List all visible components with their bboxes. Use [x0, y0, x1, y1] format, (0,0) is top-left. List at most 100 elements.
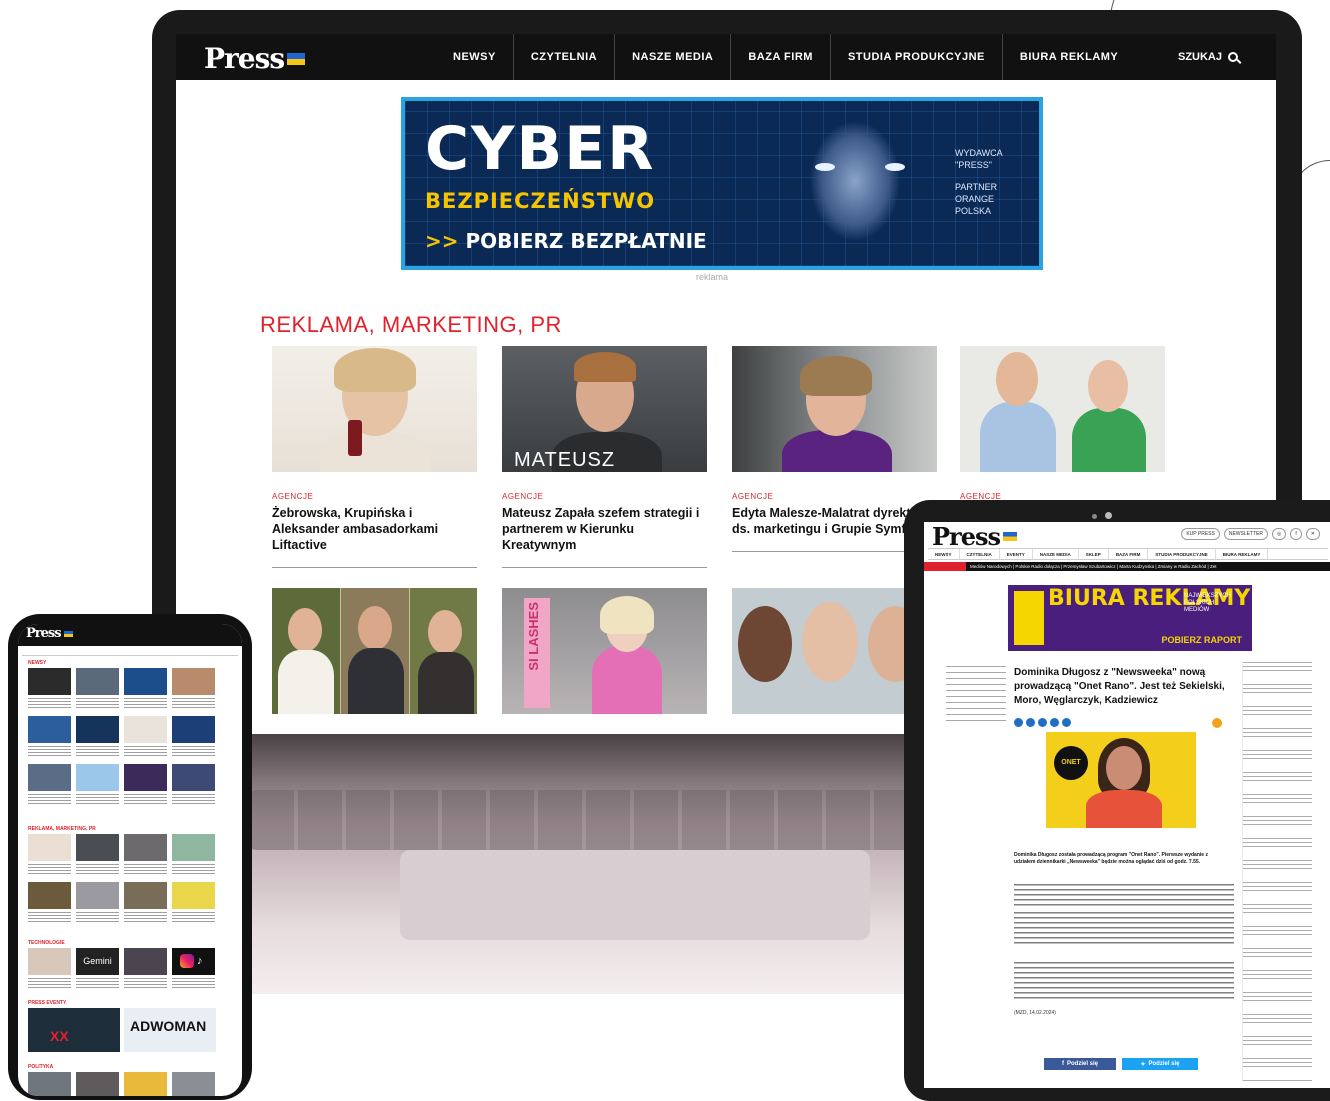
tablet-nav-item[interactable]: SKLEP: [1079, 549, 1109, 559]
article-headline[interactable]: Mateusz Zapała szefem strategii i partne…: [502, 505, 707, 553]
x-icon[interactable]: ✕: [1305, 528, 1320, 540]
tablet-sidebar-news-list[interactable]: [1242, 662, 1312, 1082]
linkedin-share-icon[interactable]: [1038, 718, 1047, 727]
phone-press-logo[interactable]: Press: [26, 626, 73, 641]
phone-headline-lines: [76, 864, 119, 876]
phone-thumb[interactable]: [172, 668, 215, 695]
phone-event-banner[interactable]: XX: [28, 1008, 120, 1052]
phone-section-title[interactable]: PRESS EVENTY: [28, 1000, 66, 1006]
person-shape: [600, 596, 654, 634]
article-card[interactable]: MATEUSZ AGENCJE Mateusz Zapała szefem st…: [502, 346, 707, 568]
phone-thumb[interactable]: Gemini: [76, 948, 119, 975]
nav-item-studia-produkcyjne[interactable]: STUDIA PRODUKCYJNE: [829, 34, 1002, 80]
article-category[interactable]: AGENCJE: [502, 492, 707, 501]
ad-side-text: WYDAWCA "PRESS" PARTNER ORANGE POLSKA: [955, 147, 1025, 217]
nav-item-baza-firm[interactable]: BAZA FIRM: [730, 34, 830, 80]
ad-banner-cyber[interactable]: CYBER BEZPIECZEŃSTWO >> POBIERZ BEZPŁATN…: [401, 97, 1043, 270]
search-button[interactable]: SZUKAJ: [1178, 34, 1238, 80]
phone-section-title[interactable]: NEWSY: [28, 660, 46, 666]
messenger-share-icon[interactable]: [1050, 718, 1059, 727]
tablet-ad-biura-reklamy[interactable]: BIURA REKLAMY NAJWIĘKSZYCH POLSKICH MEDI…: [1008, 585, 1252, 651]
phone-adwoman-banner[interactable]: ADWOMAN: [124, 1008, 216, 1052]
phone-thumb[interactable]: [76, 834, 119, 861]
tablet-screen: Press KUP PRESS NEWSLETTER ◎ f ✕ NEWSY C…: [924, 522, 1330, 1088]
person-shape: [288, 608, 322, 652]
email-share-icon[interactable]: [1062, 718, 1071, 727]
phone-thumb[interactable]: [28, 716, 71, 743]
tablet-nav-item[interactable]: EVENTY: [1000, 549, 1033, 559]
article-headline[interactable]: Żebrowska, Krupińska i Aleksander ambasa…: [272, 505, 477, 553]
article-category[interactable]: AGENCJE: [272, 492, 477, 501]
tablet-nav-item[interactable]: NEWSY: [928, 549, 960, 559]
phone-thumb[interactable]: [124, 716, 167, 743]
phone-thumb[interactable]: [172, 882, 215, 909]
tablet-nav-item[interactable]: CZYTELNIA: [960, 549, 1000, 559]
phone-thumb[interactable]: [76, 764, 119, 791]
phone-thumb[interactable]: [124, 668, 167, 695]
press-logo[interactable]: Press: [204, 42, 306, 75]
phone-thumb[interactable]: [28, 1072, 71, 1096]
ad-side-line: WYDAWCA: [955, 148, 1003, 158]
phone-thumb[interactable]: [76, 1072, 119, 1096]
tablet-nav-item[interactable]: NASZE MEDIA: [1033, 549, 1079, 559]
instagram-icon[interactable]: ◎: [1272, 528, 1287, 540]
article-card[interactable]: SI LASHES: [502, 588, 707, 714]
article-category[interactable]: AGENCJE: [732, 492, 937, 501]
phone-section-title[interactable]: TECHNOLOGIE: [28, 940, 65, 946]
laptop-trackpad: [400, 850, 870, 940]
tablet-nav-item[interactable]: BIURA REKLAMY: [1216, 549, 1269, 559]
kup-press-button[interactable]: KUP PRESS: [1181, 528, 1220, 540]
phone-thumb[interactable]: [172, 764, 215, 791]
twitter-share-icon[interactable]: [1026, 718, 1035, 727]
phone-section-title[interactable]: REKLAMA, MARKETING, PR: [28, 826, 96, 832]
ad-cta-arrows: >>: [425, 229, 459, 253]
article-body-text: [1014, 884, 1234, 906]
section-title[interactable]: REKLAMA, MARKETING, PR: [260, 312, 562, 338]
article-card[interactable]: AGENCJE Żebrowska, Krupińska i Aleksande…: [272, 346, 477, 568]
article-thumbnail[interactable]: [272, 588, 477, 714]
phone-section-title[interactable]: POLITYKA: [28, 1064, 53, 1070]
tablet-nav-item[interactable]: BAZA FIRM: [1109, 549, 1149, 559]
rss-icon[interactable]: [1212, 718, 1222, 728]
phone-thumb[interactable]: [28, 948, 71, 975]
phone-thumb[interactable]: [124, 948, 167, 975]
tablet-nav-item[interactable]: STUDIA PRODUKCYJNE: [1148, 549, 1216, 559]
nav-item-newsy[interactable]: NEWSY: [436, 34, 513, 80]
article-thumbnail[interactable]: [732, 346, 937, 472]
phone-thumb[interactable]: [124, 1072, 167, 1096]
phone-thumb[interactable]: [172, 834, 215, 861]
phone-thumb[interactable]: [28, 834, 71, 861]
newsletter-button[interactable]: NEWSLETTER: [1223, 528, 1269, 540]
article-thumbnail[interactable]: [960, 346, 1165, 472]
tablet-press-logo[interactable]: Press: [932, 522, 1017, 551]
facebook-share-button[interactable]: f Podziel się: [1044, 1058, 1116, 1070]
phone-thumb[interactable]: [28, 668, 71, 695]
phone-thumb[interactable]: [76, 668, 119, 695]
phone-thumb[interactable]: [28, 764, 71, 791]
phone-thumb[interactable]: [124, 764, 167, 791]
facebook-share-icon[interactable]: [1014, 718, 1023, 727]
phone-thumb[interactable]: [124, 834, 167, 861]
article-thumbnail[interactable]: [272, 346, 477, 472]
phone-thumb[interactable]: [28, 882, 71, 909]
tablet-ad-cta[interactable]: POBIERZ RAPORT: [1161, 635, 1242, 645]
phone-thumb[interactable]: ♪: [172, 948, 215, 975]
twitter-share-button[interactable]: ✦ Podziel się: [1122, 1058, 1198, 1070]
facebook-icon[interactable]: f: [1290, 528, 1302, 540]
phone-thumb[interactable]: [76, 716, 119, 743]
nav-item-biura-reklamy[interactable]: BIURA REKLAMY: [1001, 34, 1135, 80]
news-ticker[interactable]: Mediów Narodowych | Polskie Radio dołącz…: [924, 562, 1330, 571]
phone-thumb[interactable]: [172, 1072, 215, 1096]
phone-thumb[interactable]: [76, 882, 119, 909]
phone-thumb[interactable]: [124, 882, 167, 909]
article-card[interactable]: AGENCJE: [960, 346, 1165, 505]
ad-cta[interactable]: >> POBIERZ BEZPŁATNIE: [425, 229, 707, 253]
article-thumbnail[interactable]: MATEUSZ: [502, 346, 707, 472]
phone-thumb[interactable]: [172, 716, 215, 743]
nav-item-czytelnia[interactable]: CZYTELNIA: [512, 34, 614, 80]
phone-nav[interactable]: [22, 648, 238, 656]
nav-item-nasze-media[interactable]: NASZE MEDIA: [614, 34, 730, 80]
person-shape: [334, 348, 416, 392]
article-card[interactable]: [272, 588, 477, 714]
article-thumbnail[interactable]: SI LASHES: [502, 588, 707, 714]
